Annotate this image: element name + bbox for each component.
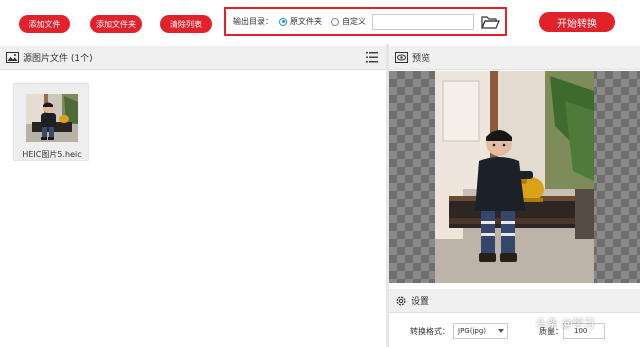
format-select[interactable]: JPG(jpg) [453, 323, 508, 339]
watermark: 头条 @学习 [536, 314, 636, 332]
add-folder-button[interactable]: 添加文件夹 [90, 15, 142, 33]
toolbar: 添加文件 添加文件夹 清除列表 输出目录： 原文件夹 自定义 开始转换 [0, 0, 640, 44]
start-convert-button[interactable]: 开始转换 [539, 12, 615, 32]
radio-source-folder-label[interactable]: 原文件夹 [290, 16, 322, 27]
eye-icon [395, 52, 408, 63]
format-label: 转换格式： [410, 327, 450, 336]
radio-source-folder[interactable] [279, 17, 287, 26]
format-value: JPG(jpg) [458, 327, 487, 335]
image-icon [6, 52, 19, 63]
watermark-text: 头条 @学习 [536, 317, 595, 330]
chevron-down-icon [498, 329, 504, 333]
radio-custom-label[interactable]: 自定义 [342, 16, 366, 27]
settings-header: 设置 [389, 289, 640, 313]
preview-header: 预览 [389, 46, 640, 70]
gear-icon [395, 295, 407, 307]
clear-list-button[interactable]: 清除列表 [160, 15, 212, 33]
preview-panel: 预览 设置 转换格式： JPG(jpg) 质量： 100 [389, 46, 640, 347]
output-path-input[interactable] [372, 14, 474, 30]
file-name-label: HEIC图片5.heic [22, 150, 82, 159]
source-files-header: 源图片文件 (1个) [0, 46, 386, 70]
output-directory-box: 输出目录： 原文件夹 自定义 [224, 7, 507, 36]
output-directory-label: 输出目录： [233, 17, 273, 26]
source-files-panel: 源图片文件 (1个) HEIC图片5.heic [0, 46, 386, 347]
preview-title: 预览 [412, 54, 431, 64]
list-view-icon[interactable] [366, 51, 378, 64]
radio-custom[interactable] [331, 17, 339, 26]
add-file-button[interactable]: 添加文件 [19, 15, 70, 33]
file-thumbnail-image [26, 94, 78, 142]
file-thumbnail-card[interactable]: HEIC图片5.heic [13, 83, 89, 161]
folder-open-icon[interactable] [480, 13, 500, 31]
preview-photo [435, 71, 594, 283]
settings-title: 设置 [411, 297, 430, 307]
source-files-title: 源图片文件 (1个) [23, 54, 93, 64]
preview-canvas [389, 71, 640, 283]
